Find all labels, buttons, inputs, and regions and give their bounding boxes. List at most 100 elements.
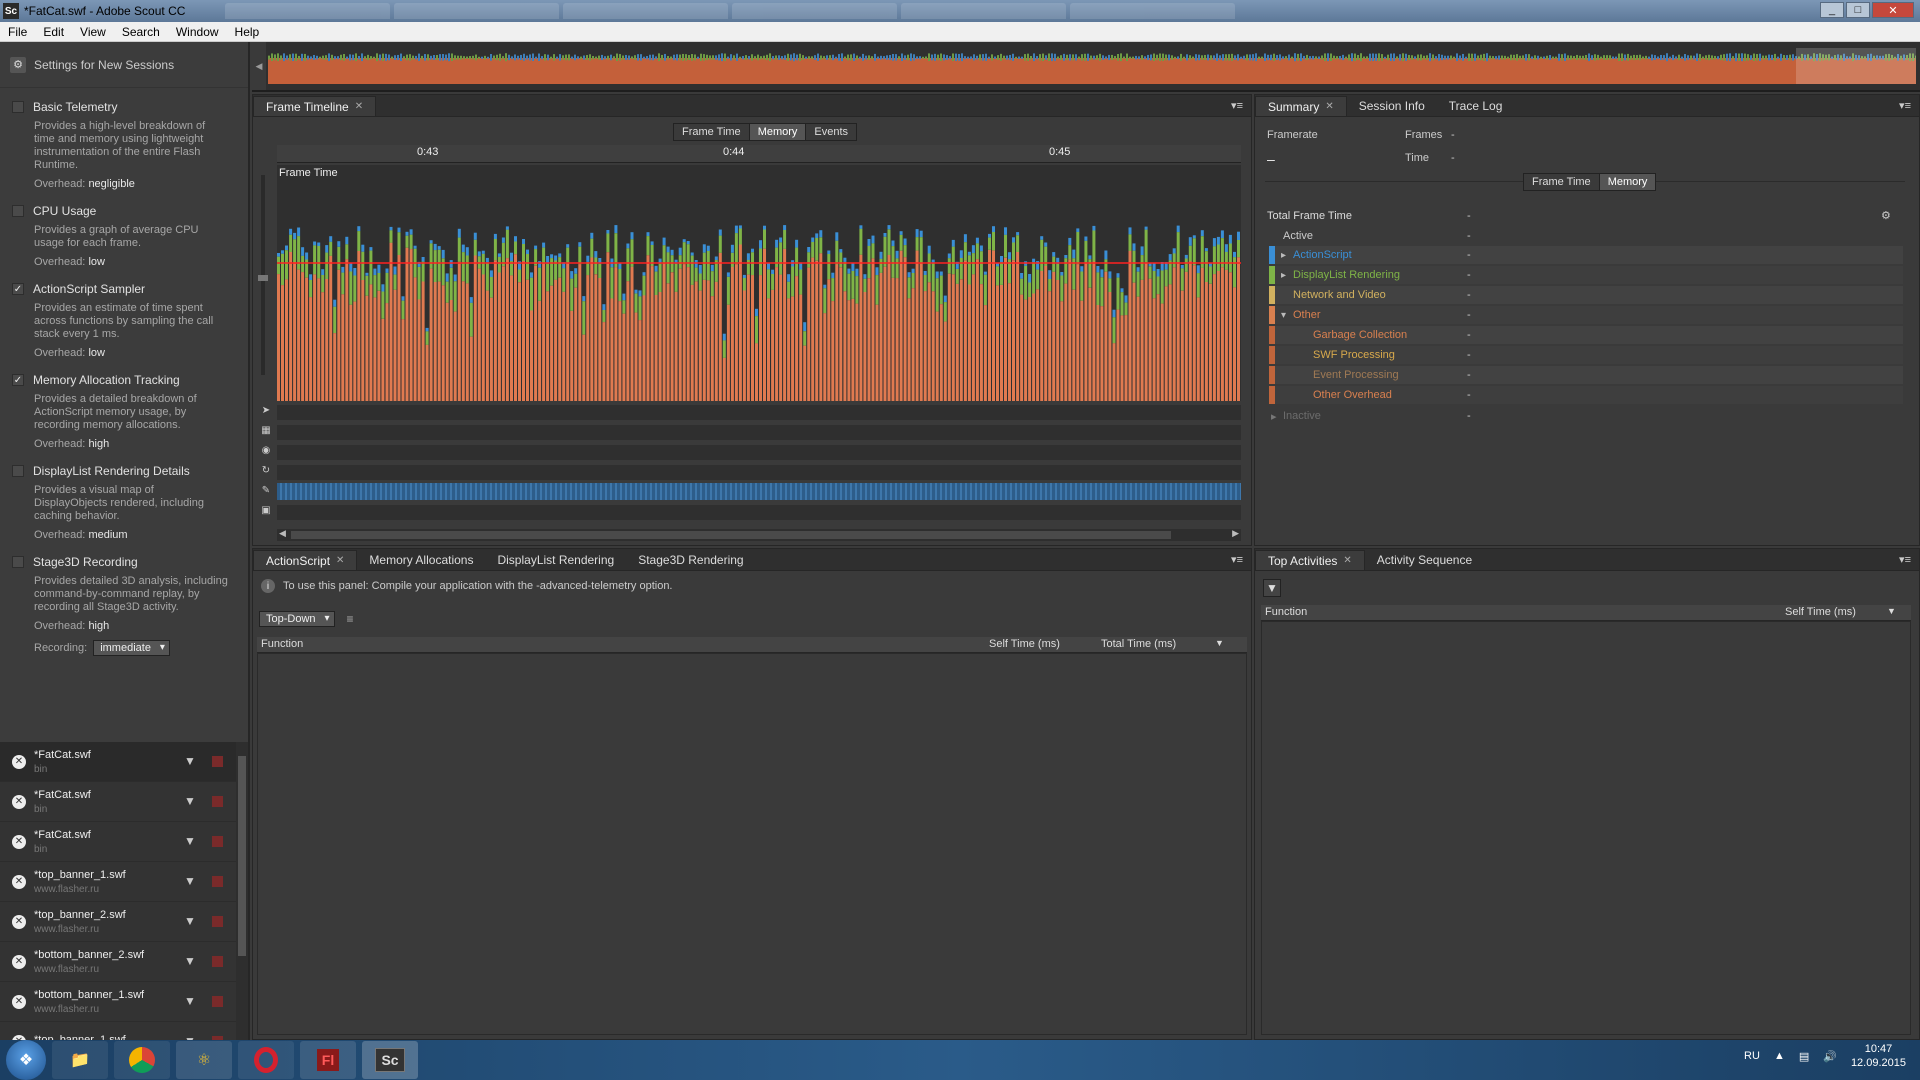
recording-dropdown[interactable]: immediate (93, 640, 170, 656)
col-function[interactable]: Function (1265, 606, 1307, 618)
stage3d-icon[interactable]: ▣ (259, 505, 273, 525)
mode-frame-time[interactable]: Frame Time (674, 124, 750, 140)
session-item[interactable]: ✕ *top_banner_1.swf www.flasher.ru ▼ (0, 862, 248, 902)
inactive-expander-icon[interactable]: ▸ (1271, 410, 1277, 423)
opera-icon[interactable] (238, 1041, 294, 1079)
scout-icon[interactable]: Sc (362, 1041, 418, 1079)
frame-time-chart[interactable]: Frame Time (277, 165, 1241, 401)
col-self-time[interactable]: Self Time (ms) (1785, 606, 1856, 618)
lane-events[interactable] (277, 465, 1241, 481)
gear-icon[interactable]: ⚙ (1881, 209, 1891, 222)
option-checkbox[interactable] (12, 205, 24, 217)
option-checkbox[interactable]: ✓ (12, 283, 24, 295)
tab-session-info[interactable]: Session Info (1347, 96, 1437, 116)
cpu-icon[interactable]: ▦ (259, 425, 273, 445)
flash-icon[interactable]: Fl (300, 1041, 356, 1079)
option-label[interactable]: CPU Usage (33, 204, 96, 218)
col-function[interactable]: Function (261, 638, 303, 650)
lane-stage3d[interactable] (277, 505, 1241, 521)
lane-actionscript[interactable] (277, 483, 1241, 501)
close-button[interactable]: ✕ (1872, 2, 1914, 18)
filter-icon[interactable]: ▼ (184, 874, 196, 888)
menu-search[interactable]: Search (114, 25, 168, 39)
overview-selection[interactable] (1796, 48, 1916, 84)
session-item[interactable]: ✕ *FatCat.swf bin ▼ (0, 822, 248, 862)
session-scrollbar[interactable] (236, 742, 248, 1040)
tab-trace-log[interactable]: Trace Log (1437, 96, 1515, 116)
session-item[interactable]: ✕ *bottom_banner_2.swf www.flasher.ru ▼ (0, 942, 248, 982)
menu-help[interactable]: Help (227, 25, 268, 39)
close-tab-icon[interactable]: ✕ (1343, 555, 1351, 566)
option-checkbox[interactable] (12, 556, 24, 568)
tab-stage3d-rendering[interactable]: Stage3D Rendering (626, 550, 755, 570)
panel-menu-icon[interactable]: ▾≡ (1899, 553, 1911, 566)
session-item[interactable]: ✕ *FatCat.swf bin ▼ (0, 782, 248, 822)
close-tab-icon[interactable]: ✕ (355, 101, 363, 112)
session-item[interactable]: ✕*top_banner_1.swf▼ (0, 1022, 248, 1040)
category-row[interactable]: Event Processing - (1269, 366, 1903, 384)
panel-menu-icon[interactable]: ▾≡ (1231, 99, 1243, 112)
tab-top-activities[interactable]: Top Activities ✕ (1255, 550, 1365, 570)
session-overview[interactable]: ◀ (252, 42, 1920, 92)
filter-icon[interactable]: ▼ (184, 754, 196, 768)
mode-memory[interactable]: Memory (749, 124, 807, 140)
minimize-button[interactable]: _ (1820, 2, 1844, 18)
close-session-icon[interactable]: ✕ (12, 794, 26, 809)
activities-table-body[interactable] (1261, 621, 1911, 1035)
close-session-icon[interactable]: ✕ (12, 754, 26, 769)
memory-icon[interactable]: ◉ (259, 445, 273, 465)
close-session-icon[interactable]: ✕ (12, 994, 26, 1009)
clock[interactable]: 10:47 12.09.2015 (1851, 1042, 1906, 1070)
tab-memory-allocations[interactable]: Memory Allocations (357, 550, 485, 570)
filter-icon[interactable]: ▼ (184, 914, 196, 928)
tab-frame-timeline[interactable]: Frame Timeline ✕ (253, 96, 377, 116)
summary-mode-frame-time[interactable]: Frame Time (1524, 174, 1600, 190)
filter-icon[interactable]: ▼ (184, 794, 196, 808)
option-label[interactable]: Stage3D Recording (33, 555, 138, 569)
events-icon[interactable]: ✎ (259, 485, 273, 505)
lane-cpu[interactable] (277, 405, 1241, 421)
col-total-time[interactable]: Total Time (ms) (1101, 638, 1176, 650)
filter-icon[interactable]: ▼ (1263, 579, 1281, 597)
language-indicator[interactable]: RU (1744, 1050, 1760, 1062)
close-session-icon[interactable]: ✕ (12, 874, 26, 889)
pointer-icon[interactable]: ➤ (259, 405, 273, 425)
tab-activity-sequence[interactable]: Activity Sequence (1365, 550, 1484, 570)
close-tab-icon[interactable]: ✕ (1325, 101, 1333, 112)
session-item[interactable]: ✕ *FatCat.swf bin ▼ (0, 742, 248, 782)
category-row[interactable]: Network and Video - (1269, 286, 1903, 304)
close-tab-icon[interactable]: ✕ (336, 555, 344, 566)
maximize-button[interactable]: □ (1846, 2, 1870, 18)
zoom-slider[interactable] (258, 175, 268, 375)
option-label[interactable]: Basic Telemetry (33, 100, 117, 114)
close-session-icon[interactable]: ✕ (12, 834, 26, 849)
option-checkbox[interactable] (12, 465, 24, 477)
volume-icon[interactable]: 🔊 (1823, 1050, 1837, 1063)
option-label[interactable]: DisplayList Rendering Details (33, 464, 190, 478)
list-options-icon[interactable]: ≡ (347, 612, 354, 626)
category-row[interactable]: Garbage Collection - (1269, 326, 1903, 344)
tab-displaylist-rendering[interactable]: DisplayList Rendering (485, 550, 626, 570)
menu-window[interactable]: Window (168, 25, 227, 39)
record-stop-icon[interactable] (212, 916, 223, 927)
actionscript-table-body[interactable] (257, 653, 1247, 1035)
record-stop-icon[interactable] (212, 996, 223, 1007)
tab-summary[interactable]: Summary ✕ (1255, 96, 1347, 116)
tray-arrow-icon[interactable]: ▲ (1774, 1050, 1785, 1062)
category-row[interactable]: SWF Processing - (1269, 346, 1903, 364)
start-button[interactable]: ❖ (6, 1040, 46, 1080)
view-mode-dropdown[interactable]: Top-Down (259, 611, 335, 627)
summary-mode-memory[interactable]: Memory (1599, 174, 1656, 190)
option-checkbox[interactable] (12, 101, 24, 113)
record-stop-icon[interactable] (212, 956, 223, 967)
folder-icon[interactable]: 📁 (52, 1041, 108, 1079)
session-item[interactable]: ✕ *bottom_banner_1.swf www.flasher.ru ▼ (0, 982, 248, 1022)
filter-icon[interactable]: ▼ (184, 994, 196, 1008)
ps-icon[interactable]: ⚛ (176, 1041, 232, 1079)
option-label[interactable]: Memory Allocation Tracking (33, 373, 180, 387)
lane-gc[interactable] (277, 445, 1241, 461)
lane-memory[interactable] (277, 425, 1241, 441)
record-stop-icon[interactable] (212, 876, 223, 887)
network-icon[interactable]: ▤ (1799, 1050, 1809, 1063)
filter-icon[interactable]: ▼ (184, 954, 196, 968)
